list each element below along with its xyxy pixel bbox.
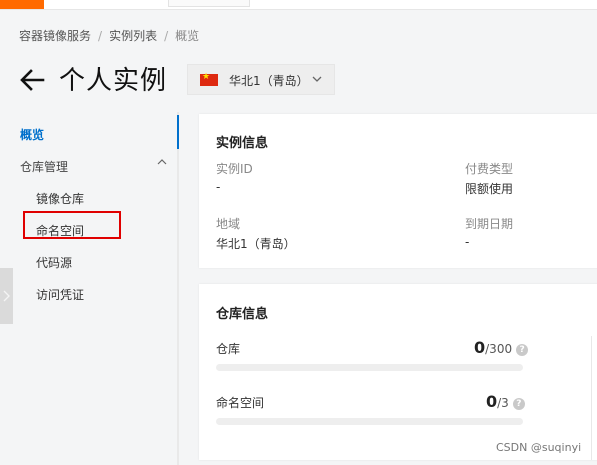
- repo-info-card: 仓库信息 仓库 0/300? 命名空间 0/3?: [199, 284, 597, 460]
- field-label-region: 地域: [216, 217, 241, 231]
- breadcrumb-item-current: 概览: [175, 29, 200, 43]
- region-select[interactable]: ★ 华北1（青岛）: [187, 64, 335, 95]
- question-circle-icon[interactable]: ?: [512, 398, 525, 410]
- field-value-instance-id: -: [216, 180, 221, 194]
- field-value-expiry-date: -: [465, 235, 470, 249]
- console-brand-logo[interactable]: [0, 0, 44, 9]
- resource-quota-repo: /300: [485, 342, 513, 356]
- resource-label-repo: 仓库: [216, 342, 241, 356]
- sidebar-active-indicator: [177, 115, 179, 149]
- chevron-down-icon: [312, 76, 322, 82]
- field-label-expiry-date: 到期日期: [465, 217, 514, 231]
- instance-info-title: 实例信息: [216, 136, 269, 151]
- resource-used-repo: 0: [474, 338, 486, 357]
- resource-count-repo: 0/300?: [474, 338, 529, 357]
- sidebar-collapse-toggle[interactable]: [0, 268, 13, 324]
- page-title: 个人实例: [59, 66, 168, 96]
- question-circle-icon[interactable]: ?: [516, 344, 529, 356]
- sidebar-group-repo-management[interactable]: 仓库管理: [20, 158, 68, 175]
- breadcrumb-item-instance-list[interactable]: 实例列表: [109, 29, 157, 43]
- resource-quota-namespace: /3: [497, 396, 509, 410]
- sidebar-item-image-repo[interactable]: 镜像仓库: [36, 190, 84, 207]
- watermark: CSDN @suqinyi: [496, 441, 582, 454]
- arrow-left-icon[interactable]: [18, 66, 46, 94]
- region-select-label: 华北1（青岛）: [229, 74, 309, 88]
- sidebar-item-overview[interactable]: 概览: [20, 126, 44, 143]
- resource-label-namespace: 命名空间: [216, 396, 265, 410]
- sidebar-rail: [177, 112, 179, 465]
- breadcrumb-item-service[interactable]: 容器镜像服务: [19, 29, 91, 43]
- repo-info-title: 仓库信息: [216, 307, 269, 322]
- chevron-right-icon: [3, 290, 10, 302]
- breadcrumb-separator: /: [164, 29, 169, 43]
- breadcrumb-separator: /: [98, 29, 103, 43]
- resource-progress-namespace: [216, 418, 523, 425]
- top-nav-strip: [0, 0, 597, 10]
- china-flag-icon: ★: [200, 72, 218, 86]
- field-label-instance-id: 实例ID: [216, 162, 253, 176]
- annotation-highlight-box: [23, 211, 121, 239]
- sidebar-item-access-credential[interactable]: 访问凭证: [36, 286, 84, 303]
- resource-used-namespace: 0: [486, 392, 498, 411]
- field-value-region: 华北1（青岛）: [216, 237, 296, 251]
- chevron-up-icon[interactable]: [157, 158, 167, 165]
- field-label-billing-type: 付费类型: [465, 162, 514, 176]
- resource-count-namespace: 0/3?: [486, 392, 525, 411]
- instance-info-card: 实例信息 实例ID - 付费类型 限额使用 地域 华北1（青岛） 到期日期 -: [199, 114, 597, 268]
- field-value-billing-type: 限额使用: [465, 182, 514, 196]
- top-nav-divider: [0, 9, 597, 10]
- sidebar-item-code-source[interactable]: 代码源: [36, 254, 72, 271]
- breadcrumb: 容器镜像服务 / 实例列表 / 概览: [19, 27, 199, 44]
- card-divider: [591, 336, 592, 460]
- resource-progress-repo: [216, 364, 523, 371]
- top-nav-tab[interactable]: [168, 0, 250, 7]
